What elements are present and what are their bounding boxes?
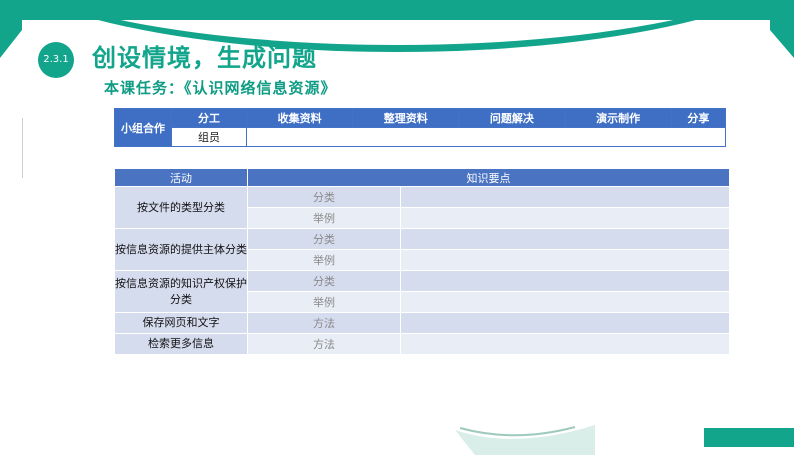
header-knowledge: 知识要点 bbox=[247, 168, 730, 187]
activity-cell: 按信息资源的知识产权保护分类 bbox=[114, 270, 248, 313]
item-label: 分类 bbox=[247, 270, 401, 292]
member-label: 组员 bbox=[171, 127, 247, 147]
item-value-cell[interactable] bbox=[400, 186, 730, 208]
header-activity: 活动 bbox=[114, 168, 248, 187]
right-corner-decoration bbox=[770, 18, 794, 58]
item-value-cell[interactable] bbox=[400, 228, 730, 250]
page-title: 创设情境，生成问题 bbox=[92, 44, 317, 72]
section-number-badge: 2.3.1 bbox=[38, 42, 74, 78]
activity-cell: 按信息资源的提供主体分类 bbox=[114, 228, 248, 271]
item-value-cell[interactable] bbox=[400, 207, 730, 229]
item-label: 方法 bbox=[247, 333, 401, 355]
col-division: 分工 bbox=[171, 108, 247, 128]
item-label: 方法 bbox=[247, 312, 401, 334]
item-value-cell[interactable] bbox=[400, 291, 730, 313]
bottom-right-accent bbox=[704, 428, 794, 447]
item-value-cell[interactable] bbox=[400, 333, 730, 355]
lesson-task-subtitle: 本课任务：《认识网络信息资源》 bbox=[104, 79, 337, 97]
activity-table: 活动 知识要点 按文件的类型分类 分类 举例 按信息资源的提供主体分类 分类 举… bbox=[114, 168, 730, 355]
item-value-cell[interactable] bbox=[400, 249, 730, 271]
left-divider bbox=[22, 118, 23, 178]
left-corner-decoration bbox=[0, 18, 22, 58]
item-value-cell[interactable] bbox=[400, 270, 730, 292]
member-cell[interactable] bbox=[246, 127, 726, 147]
item-label: 举例 bbox=[247, 207, 401, 229]
item-value-cell[interactable] bbox=[400, 312, 730, 334]
item-label: 分类 bbox=[247, 186, 401, 208]
col-collect: 收集资料 bbox=[245, 108, 354, 128]
item-label: 举例 bbox=[247, 291, 401, 313]
item-label: 举例 bbox=[247, 249, 401, 271]
col-share: 分享 bbox=[670, 108, 727, 128]
item-label: 分类 bbox=[247, 228, 401, 250]
activity-cell: 保存网页和文字 bbox=[114, 312, 248, 334]
top-banner bbox=[0, 0, 794, 20]
bottom-swoosh-decoration bbox=[455, 425, 595, 455]
activity-cell: 检索更多信息 bbox=[114, 333, 248, 355]
col-present: 演示制作 bbox=[564, 108, 672, 128]
group-row-label: 小组合作 bbox=[114, 108, 172, 147]
group-work-table: 小组合作 分工 收集资料 整理资料 问题解决 演示制作 分享 组员 bbox=[114, 108, 727, 147]
col-solve: 问题解决 bbox=[458, 108, 566, 128]
col-organize: 整理资料 bbox=[352, 108, 460, 128]
activity-cell: 按文件的类型分类 bbox=[114, 186, 248, 229]
